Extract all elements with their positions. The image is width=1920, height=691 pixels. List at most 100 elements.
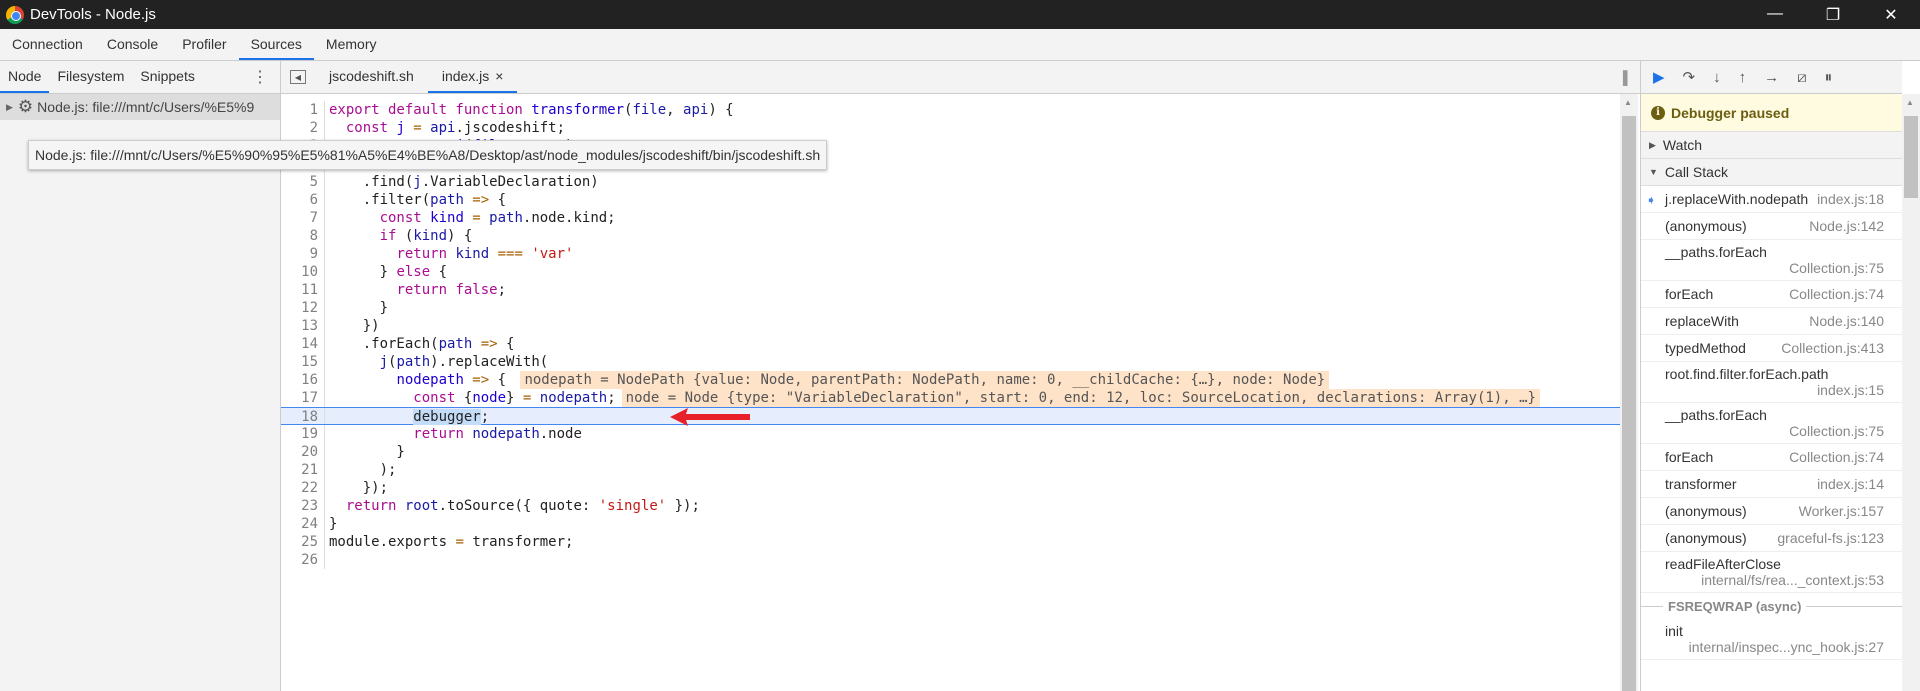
code-line[interactable]: 2 const j = api.jscodeshift;	[281, 119, 1620, 137]
step-over-icon[interactable]: ↷	[1683, 68, 1696, 86]
call-frame[interactable]: (anonymous) Node.js:142	[1641, 213, 1902, 240]
call-frame[interactable]: (anonymous) Worker.js:157	[1641, 498, 1902, 525]
code-line[interactable]: 18 debugger;	[281, 407, 1620, 426]
line-number[interactable]: 24	[281, 515, 325, 533]
resume-icon[interactable]: ▶︎	[1653, 68, 1665, 86]
code-line[interactable]: 23 return root.toSource({ quote: 'single…	[281, 497, 1620, 515]
expand-triangle-icon[interactable]: ▶	[6, 102, 13, 113]
line-number[interactable]: 16	[281, 371, 325, 389]
line-number[interactable]: 2	[281, 119, 325, 137]
call-frame[interactable]: ➧ j.replaceWith.nodepath index.js:18	[1641, 186, 1902, 213]
code-lines[interactable]: 1 export default function transformer(fil…	[281, 101, 1620, 569]
tab-sources[interactable]: Sources	[238, 29, 314, 60]
code-line[interactable]: 12 }	[281, 299, 1620, 317]
callstack-section-header[interactable]: ▼ Call Stack	[1641, 159, 1902, 186]
editor-scrollbar[interactable]: ▲	[1620, 94, 1638, 691]
line-number[interactable]: 6	[281, 191, 325, 209]
line-number[interactable]: 23	[281, 497, 325, 515]
code-line[interactable]: 7 const kind = path.node.kind;	[281, 209, 1620, 227]
line-number[interactable]: 15	[281, 353, 325, 371]
call-frame[interactable]: replaceWith Node.js:140	[1641, 308, 1902, 335]
tab-index-js[interactable]: index.js ×	[427, 61, 518, 93]
close-tab-icon[interactable]: ×	[495, 68, 503, 84]
watch-section-header[interactable]: ▶ Watch	[1641, 132, 1902, 159]
code-line[interactable]: 9 return kind === 'var'	[281, 245, 1620, 263]
tab-snippets[interactable]: Snippets	[132, 61, 202, 93]
line-number[interactable]: 7	[281, 209, 325, 227]
tab-jscodeshift-sh[interactable]: jscodeshift.sh	[315, 61, 428, 93]
code-line[interactable]: 11 return false;	[281, 281, 1620, 299]
frame-location[interactable]: internal/fs/rea..._context.js:53	[1693, 572, 1884, 588]
frame-location[interactable]: internal/inspec...ync_hook.js:27	[1681, 639, 1884, 655]
call-frame[interactable]: init internal/inspec...ync_hook.js:27	[1641, 619, 1902, 660]
step-out-icon[interactable]: ↑	[1739, 69, 1747, 86]
line-number[interactable]: 20	[281, 443, 325, 461]
frame-location[interactable]: index.js:14	[1809, 476, 1884, 492]
call-frame[interactable]: forEach Collection.js:74	[1641, 281, 1902, 308]
call-frame[interactable]: readFileAfterClose internal/fs/rea..._con…	[1641, 552, 1902, 593]
code-line[interactable]: 8 if (kind) {	[281, 227, 1620, 245]
frame-location[interactable]: index.js:15	[1809, 382, 1884, 398]
line-number[interactable]: 5	[281, 173, 325, 191]
more-tabs-icon[interactable]: ⋮	[240, 61, 280, 93]
tab-filesystem[interactable]: Filesystem	[49, 61, 132, 93]
step-icon[interactable]: →	[1764, 69, 1779, 86]
line-number[interactable]: 12	[281, 299, 325, 317]
call-frame[interactable]: (anonymous) graceful-fs.js:123	[1641, 525, 1902, 552]
code-line[interactable]: 25 module.exports = transformer;	[281, 533, 1620, 551]
line-number[interactable]: 25	[281, 533, 325, 551]
code-line[interactable]: 26	[281, 551, 1620, 569]
call-frame[interactable]: __paths.forEach Collection.js:75	[1641, 403, 1902, 444]
code-line[interactable]: 14 .forEach(path => {	[281, 335, 1620, 353]
line-number[interactable]: 10	[281, 263, 325, 281]
code-line[interactable]: 13 })	[281, 317, 1620, 335]
frame-location[interactable]: Worker.js:157	[1791, 503, 1884, 519]
line-number[interactable]: 1	[281, 101, 325, 119]
code-line[interactable]: 5 .find(j.VariableDeclaration)	[281, 173, 1620, 191]
line-number[interactable]: 13	[281, 317, 325, 335]
call-frame[interactable]: __paths.forEach Collection.js:75	[1641, 240, 1902, 281]
step-into-icon[interactable]: ↓	[1713, 69, 1721, 86]
frame-location[interactable]: index.js:18	[1809, 191, 1884, 207]
line-number[interactable]: 11	[281, 281, 325, 299]
restore-button[interactable]: ❐	[1804, 5, 1862, 25]
code-line[interactable]: 20 }	[281, 443, 1620, 461]
call-frame[interactable]: transformer index.js:14	[1641, 471, 1902, 498]
frame-location[interactable]: Node.js:140	[1801, 313, 1884, 329]
tab-memory[interactable]: Memory	[314, 29, 389, 60]
frame-location[interactable]: Collection.js:74	[1781, 286, 1884, 302]
line-number[interactable]: 18	[281, 408, 325, 425]
tab-connection[interactable]: Connection	[0, 29, 95, 60]
line-number[interactable]: 19	[281, 425, 325, 443]
line-number[interactable]: 21	[281, 461, 325, 479]
close-window-button[interactable]: ✕	[1862, 5, 1920, 25]
tab-profiler[interactable]: Profiler	[170, 29, 238, 60]
line-number[interactable]: 9	[281, 245, 325, 263]
tab-node[interactable]: Node	[0, 61, 50, 93]
tree-item-node-script[interactable]: ▶ ⚙ Node.js: file:///mnt/c/Users/%E5%9	[0, 94, 280, 120]
frame-location[interactable]: Collection.js:74	[1781, 449, 1884, 465]
code-line[interactable]: 15 j(path).replaceWith(	[281, 353, 1620, 371]
code-line[interactable]: 10 } else {	[281, 263, 1620, 281]
frame-location[interactable]: Collection.js:75	[1781, 423, 1884, 439]
code-line[interactable]: 24}	[281, 515, 1620, 533]
line-number[interactable]: 14	[281, 335, 325, 353]
code-line[interactable]: 1 export default function transformer(fil…	[281, 101, 1620, 119]
call-frame[interactable]: root.find.filter.forEach.path index.js:15	[1641, 362, 1902, 403]
tab-console[interactable]: Console	[95, 29, 170, 60]
toggle-navigator-button[interactable]: ◀	[281, 61, 315, 93]
frame-location[interactable]: graceful-fs.js:123	[1769, 530, 1884, 546]
frame-location[interactable]: Collection.js:413	[1773, 340, 1884, 356]
frame-location[interactable]: Node.js:142	[1801, 218, 1884, 234]
frame-location[interactable]: Collection.js:75	[1781, 260, 1884, 276]
line-number[interactable]: 8	[281, 227, 325, 245]
line-number[interactable]: 26	[281, 551, 325, 569]
toggle-debugger-sidebar-icon[interactable]: ▐	[1606, 61, 1640, 93]
code-line[interactable]: 21 );	[281, 461, 1620, 479]
line-number[interactable]: 22	[281, 479, 325, 497]
minimize-button[interactable]: —	[1746, 5, 1804, 25]
code-line[interactable]: 16 nodepath => { nodepath = NodePath {va…	[281, 371, 1620, 389]
deactivate-breakpoints-icon[interactable]: ⧄	[1797, 69, 1807, 86]
code-line[interactable]: 6 .filter(path => {	[281, 191, 1620, 209]
code-line[interactable]: 19 return nodepath.node	[281, 425, 1620, 443]
